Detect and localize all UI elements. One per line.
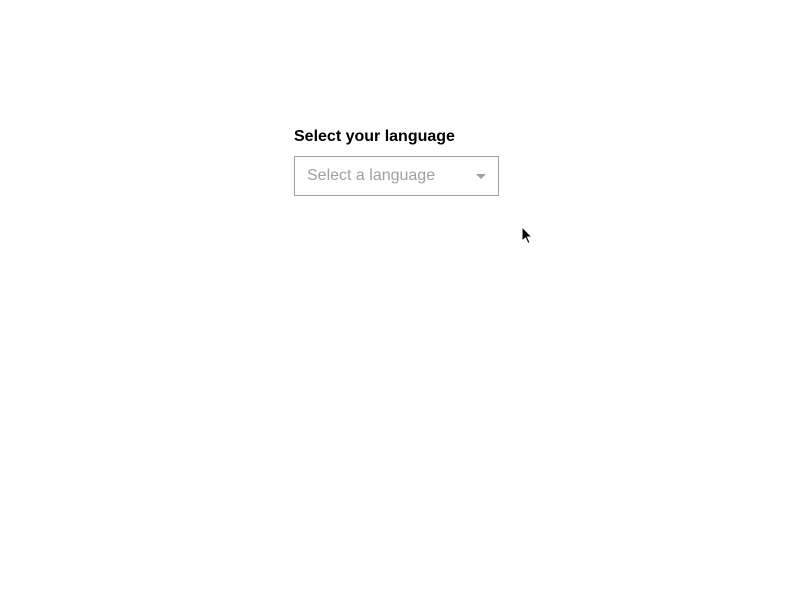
select-placeholder: Select a language <box>307 167 435 185</box>
language-form-group: Select your language Select a language <box>294 128 499 196</box>
language-label: Select your language <box>294 128 499 146</box>
cursor-icon <box>522 227 536 250</box>
chevron-down-icon <box>476 174 486 179</box>
language-select[interactable]: Select a language <box>294 156 499 196</box>
